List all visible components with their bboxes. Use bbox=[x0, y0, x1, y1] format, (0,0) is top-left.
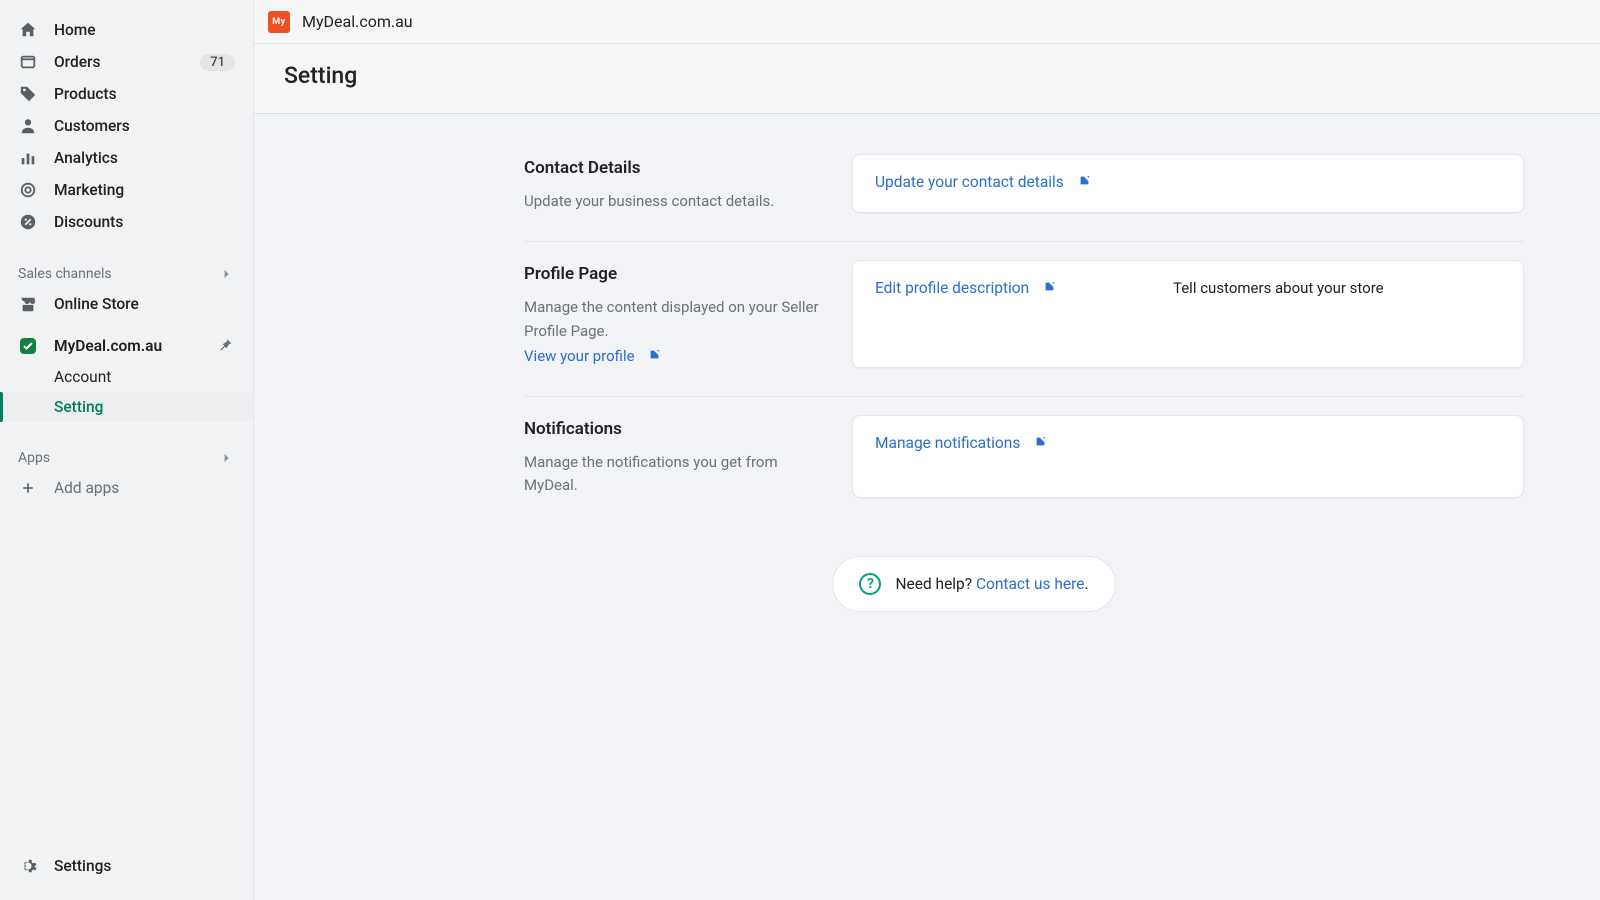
main-area: My MyDeal.com.au Setting Contact Details… bbox=[254, 0, 1600, 900]
link-label: View your profile bbox=[524, 347, 635, 365]
bar-chart-icon bbox=[18, 148, 38, 168]
chevron-right-icon bbox=[219, 266, 235, 282]
sidebar-subitem-label: Setting bbox=[54, 398, 103, 416]
sidebar-subitem-account[interactable]: Account bbox=[0, 362, 253, 392]
discount-icon bbox=[18, 212, 38, 232]
section-description: Manage the content displayed on your Sel… bbox=[524, 296, 824, 343]
section-header-apps[interactable]: Apps bbox=[8, 440, 245, 472]
section-heading: Contact Details bbox=[524, 158, 824, 178]
section-contact-details: Contact Details Update your business con… bbox=[524, 136, 1524, 241]
sidebar-item-label: MyDeal.com.au bbox=[54, 337, 162, 355]
help-period: . bbox=[1084, 575, 1088, 593]
page-header: Setting bbox=[254, 44, 1600, 114]
section-heading: Notifications bbox=[524, 419, 824, 439]
manage-notifications-link[interactable]: Manage notifications bbox=[875, 434, 1047, 452]
section-header-label: Apps bbox=[18, 450, 50, 466]
sidebar-item-discounts[interactable]: Discounts bbox=[8, 206, 245, 238]
home-icon bbox=[18, 20, 38, 40]
view-profile-link[interactable]: View your profile bbox=[524, 347, 661, 365]
sidebar-item-label: Customers bbox=[54, 117, 130, 135]
sidebar-item-label: Discounts bbox=[54, 213, 123, 231]
mydeal-logo: My bbox=[268, 11, 290, 33]
sidebar-item-customers[interactable]: Customers bbox=[8, 110, 245, 142]
sidebar-item-label: Orders bbox=[54, 53, 101, 71]
section-heading: Profile Page bbox=[524, 264, 824, 284]
store-icon bbox=[18, 294, 38, 314]
topbar: My MyDeal.com.au bbox=[254, 0, 1600, 44]
section-description: Manage the notifications you get from My… bbox=[524, 451, 824, 498]
link-label: Edit profile description bbox=[875, 279, 1029, 297]
sidebar-item-label: Products bbox=[54, 85, 117, 103]
tag-icon bbox=[18, 84, 38, 104]
link-label: Manage notifications bbox=[875, 434, 1020, 452]
person-icon bbox=[18, 116, 38, 136]
update-contact-details-link[interactable]: Update your contact details bbox=[875, 173, 1091, 191]
page-title: Setting bbox=[284, 62, 1570, 89]
app-check-icon bbox=[18, 336, 38, 356]
orders-badge: 71 bbox=[200, 54, 235, 71]
profile-info-text: Tell customers about your store bbox=[1173, 279, 1384, 297]
sidebar-item-mydeal[interactable]: MyDeal.com.au bbox=[8, 330, 245, 362]
sidebar-item-online-store[interactable]: Online Store bbox=[8, 288, 245, 320]
sidebar-item-label: Analytics bbox=[54, 149, 118, 167]
sidebar-item-marketing[interactable]: Marketing bbox=[8, 174, 245, 206]
sidebar-item-products[interactable]: Products bbox=[8, 78, 245, 110]
section-description: Update your business contact details. bbox=[524, 190, 824, 213]
pin-icon[interactable] bbox=[217, 337, 235, 355]
section-notifications: Notifications Manage the notifications y… bbox=[524, 396, 1524, 526]
sidebar-item-label: Marketing bbox=[54, 181, 124, 199]
section-header-sales-channels[interactable]: Sales channels bbox=[8, 256, 245, 288]
help-box: ? Need help? Contact us here. bbox=[832, 556, 1115, 612]
chevron-right-icon bbox=[219, 450, 235, 466]
edit-profile-description-link[interactable]: Edit profile description bbox=[875, 279, 1125, 297]
external-link-icon bbox=[648, 347, 661, 365]
topbar-title: MyDeal.com.au bbox=[302, 12, 413, 31]
sidebar-item-orders[interactable]: Orders 71 bbox=[8, 46, 245, 78]
sidebar-item-label: Online Store bbox=[54, 295, 139, 313]
external-link-icon bbox=[1034, 434, 1047, 452]
sidebar-item-add-apps[interactable]: Add apps bbox=[8, 472, 245, 504]
sidebar-item-settings[interactable]: Settings bbox=[8, 850, 245, 882]
plus-icon bbox=[18, 478, 38, 498]
sidebar: Home Orders 71 Products Customers bbox=[0, 0, 254, 900]
contact-us-link[interactable]: Contact us here bbox=[976, 575, 1085, 593]
help-text: Need help? bbox=[895, 575, 975, 593]
gear-icon bbox=[18, 856, 38, 876]
target-icon bbox=[18, 180, 38, 200]
sidebar-item-home[interactable]: Home bbox=[8, 14, 245, 46]
section-profile-page: Profile Page Manage the content displaye… bbox=[524, 241, 1524, 396]
orders-icon bbox=[18, 52, 38, 72]
external-link-icon bbox=[1043, 279, 1056, 297]
sidebar-subitem-setting[interactable]: Setting bbox=[0, 392, 253, 422]
link-label: Update your contact details bbox=[875, 173, 1064, 191]
section-header-label: Sales channels bbox=[18, 266, 112, 282]
help-icon: ? bbox=[859, 573, 881, 595]
sidebar-item-label: Add apps bbox=[54, 479, 119, 497]
external-link-icon bbox=[1078, 173, 1091, 191]
sidebar-item-label: Home bbox=[54, 21, 96, 39]
sidebar-item-label: Settings bbox=[54, 857, 111, 875]
sidebar-subitem-label: Account bbox=[54, 368, 111, 386]
sidebar-item-analytics[interactable]: Analytics bbox=[8, 142, 245, 174]
